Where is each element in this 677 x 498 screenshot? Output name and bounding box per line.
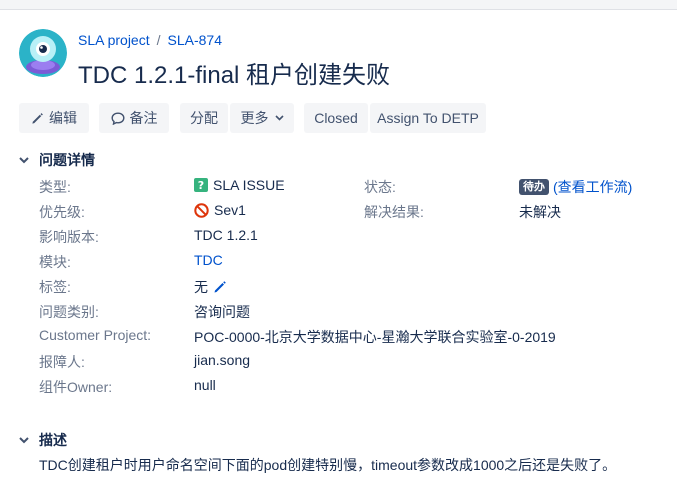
details-section-toggle[interactable]: 问题详情 — [19, 150, 95, 170]
priority-value: Sev1 — [194, 202, 246, 218]
assign-button-label: 分配 — [190, 110, 218, 126]
type-value: ? SLA ISSUE — [194, 177, 285, 193]
field-row-customer-project: Customer Project: POC-0000-北京大学数据中心-星瀚大学… — [39, 327, 669, 347]
closed-button-label: Closed — [314, 110, 358, 126]
details-heading: 问题详情 — [39, 152, 95, 168]
more-button-label: 更多 — [240, 110, 269, 126]
field-row-priority: 优先级: Sev1 — [39, 202, 369, 222]
status-badge: 待办 — [519, 179, 549, 195]
field-row-component-owner: 组件Owner: null — [39, 377, 369, 397]
project-avatar[interactable] — [19, 29, 67, 77]
closed-transition-button[interactable]: Closed — [304, 103, 368, 133]
priority-label: 优先级: — [39, 204, 85, 220]
assign-button[interactable]: 分配 — [180, 103, 228, 133]
chevron-down-icon — [274, 115, 284, 121]
reporter-value: jian.song — [194, 352, 251, 368]
breadcrumb-separator: / — [156, 32, 161, 48]
comment-icon — [110, 111, 125, 125]
field-row-reporter: 报障人: jian.song — [39, 352, 369, 372]
edit-button-label: 编辑 — [49, 110, 77, 126]
issue-category-value: 咨询问题 — [194, 304, 250, 320]
breadcrumb-issue-key-link[interactable]: SLA-874 — [168, 32, 222, 48]
status-value: 待办 (查看工作流) — [519, 177, 632, 197]
chevron-down-icon — [19, 436, 33, 444]
resolution-value: 未解决 — [519, 204, 561, 220]
no-entry-icon — [194, 202, 209, 218]
customer-project-value: POC-0000-北京大学数据中心-星瀚大学联合实验室-0-2019 — [194, 329, 556, 345]
assign-to-detp-button[interactable]: Assign To DETP — [370, 103, 486, 133]
field-row-issue-category: 问题类别: 咨询问题 — [39, 302, 369, 322]
priority-text: Sev1 — [214, 202, 246, 218]
monster-avatar-icon — [19, 29, 67, 77]
field-row-type: 类型: ? SLA ISSUE — [39, 177, 369, 197]
component-link[interactable]: TDC — [194, 252, 223, 268]
affects-version-label: 影响版本: — [39, 229, 99, 245]
field-row-labels: 标签: 无 — [39, 277, 369, 297]
affects-version-value: TDC 1.2.1 — [194, 227, 258, 243]
field-row-component: 模块: TDC — [39, 252, 369, 272]
labels-text: 无 — [194, 279, 208, 295]
svg-text:?: ? — [198, 179, 204, 192]
view-workflow-link[interactable]: (查看工作流) — [553, 177, 632, 197]
description-text: TDC创建租户时用户命名空间下面的pod创建特别慢，timeout参数改成100… — [39, 457, 617, 473]
reporter-label: 报障人: — [39, 354, 85, 370]
edit-button[interactable]: 编辑 — [19, 103, 89, 133]
component-value-wrap: TDC — [194, 252, 223, 268]
type-label: 类型: — [39, 179, 71, 195]
customer-project-label: Customer Project: — [39, 327, 152, 343]
assign-to-detp-label: Assign To DETP — [377, 110, 479, 126]
chevron-down-icon — [19, 156, 33, 164]
component-owner-value: null — [194, 377, 216, 393]
description-section-toggle[interactable]: 描述 — [19, 430, 67, 450]
breadcrumb-project-link[interactable]: SLA project — [78, 32, 150, 48]
question-icon: ? — [194, 178, 208, 192]
status-label: 状态: — [364, 179, 396, 195]
labels-value: 无 — [194, 277, 227, 297]
comment-button[interactable]: 备注 — [99, 103, 169, 133]
pencil-icon[interactable] — [213, 280, 227, 294]
description-heading: 描述 — [39, 432, 67, 448]
issue-title[interactable]: TDC 1.2.1-final 租户创建失败 — [78, 55, 390, 90]
issue-category-label: 问题类别: — [39, 304, 99, 320]
resolution-label: 解决结果: — [364, 204, 424, 220]
component-label: 模块: — [39, 254, 71, 270]
type-text: SLA ISSUE — [213, 177, 285, 193]
component-owner-label: 组件Owner: — [39, 379, 113, 395]
more-dropdown-button[interactable]: 更多 — [230, 103, 294, 133]
top-bar — [0, 0, 677, 10]
field-row-affects-version: 影响版本: TDC 1.2.1 — [39, 227, 369, 247]
labels-label: 标签: — [39, 279, 71, 295]
pencil-icon — [31, 112, 44, 125]
breadcrumb: SLA project / SLA-874 — [78, 32, 222, 48]
comment-button-label: 备注 — [129, 110, 158, 126]
